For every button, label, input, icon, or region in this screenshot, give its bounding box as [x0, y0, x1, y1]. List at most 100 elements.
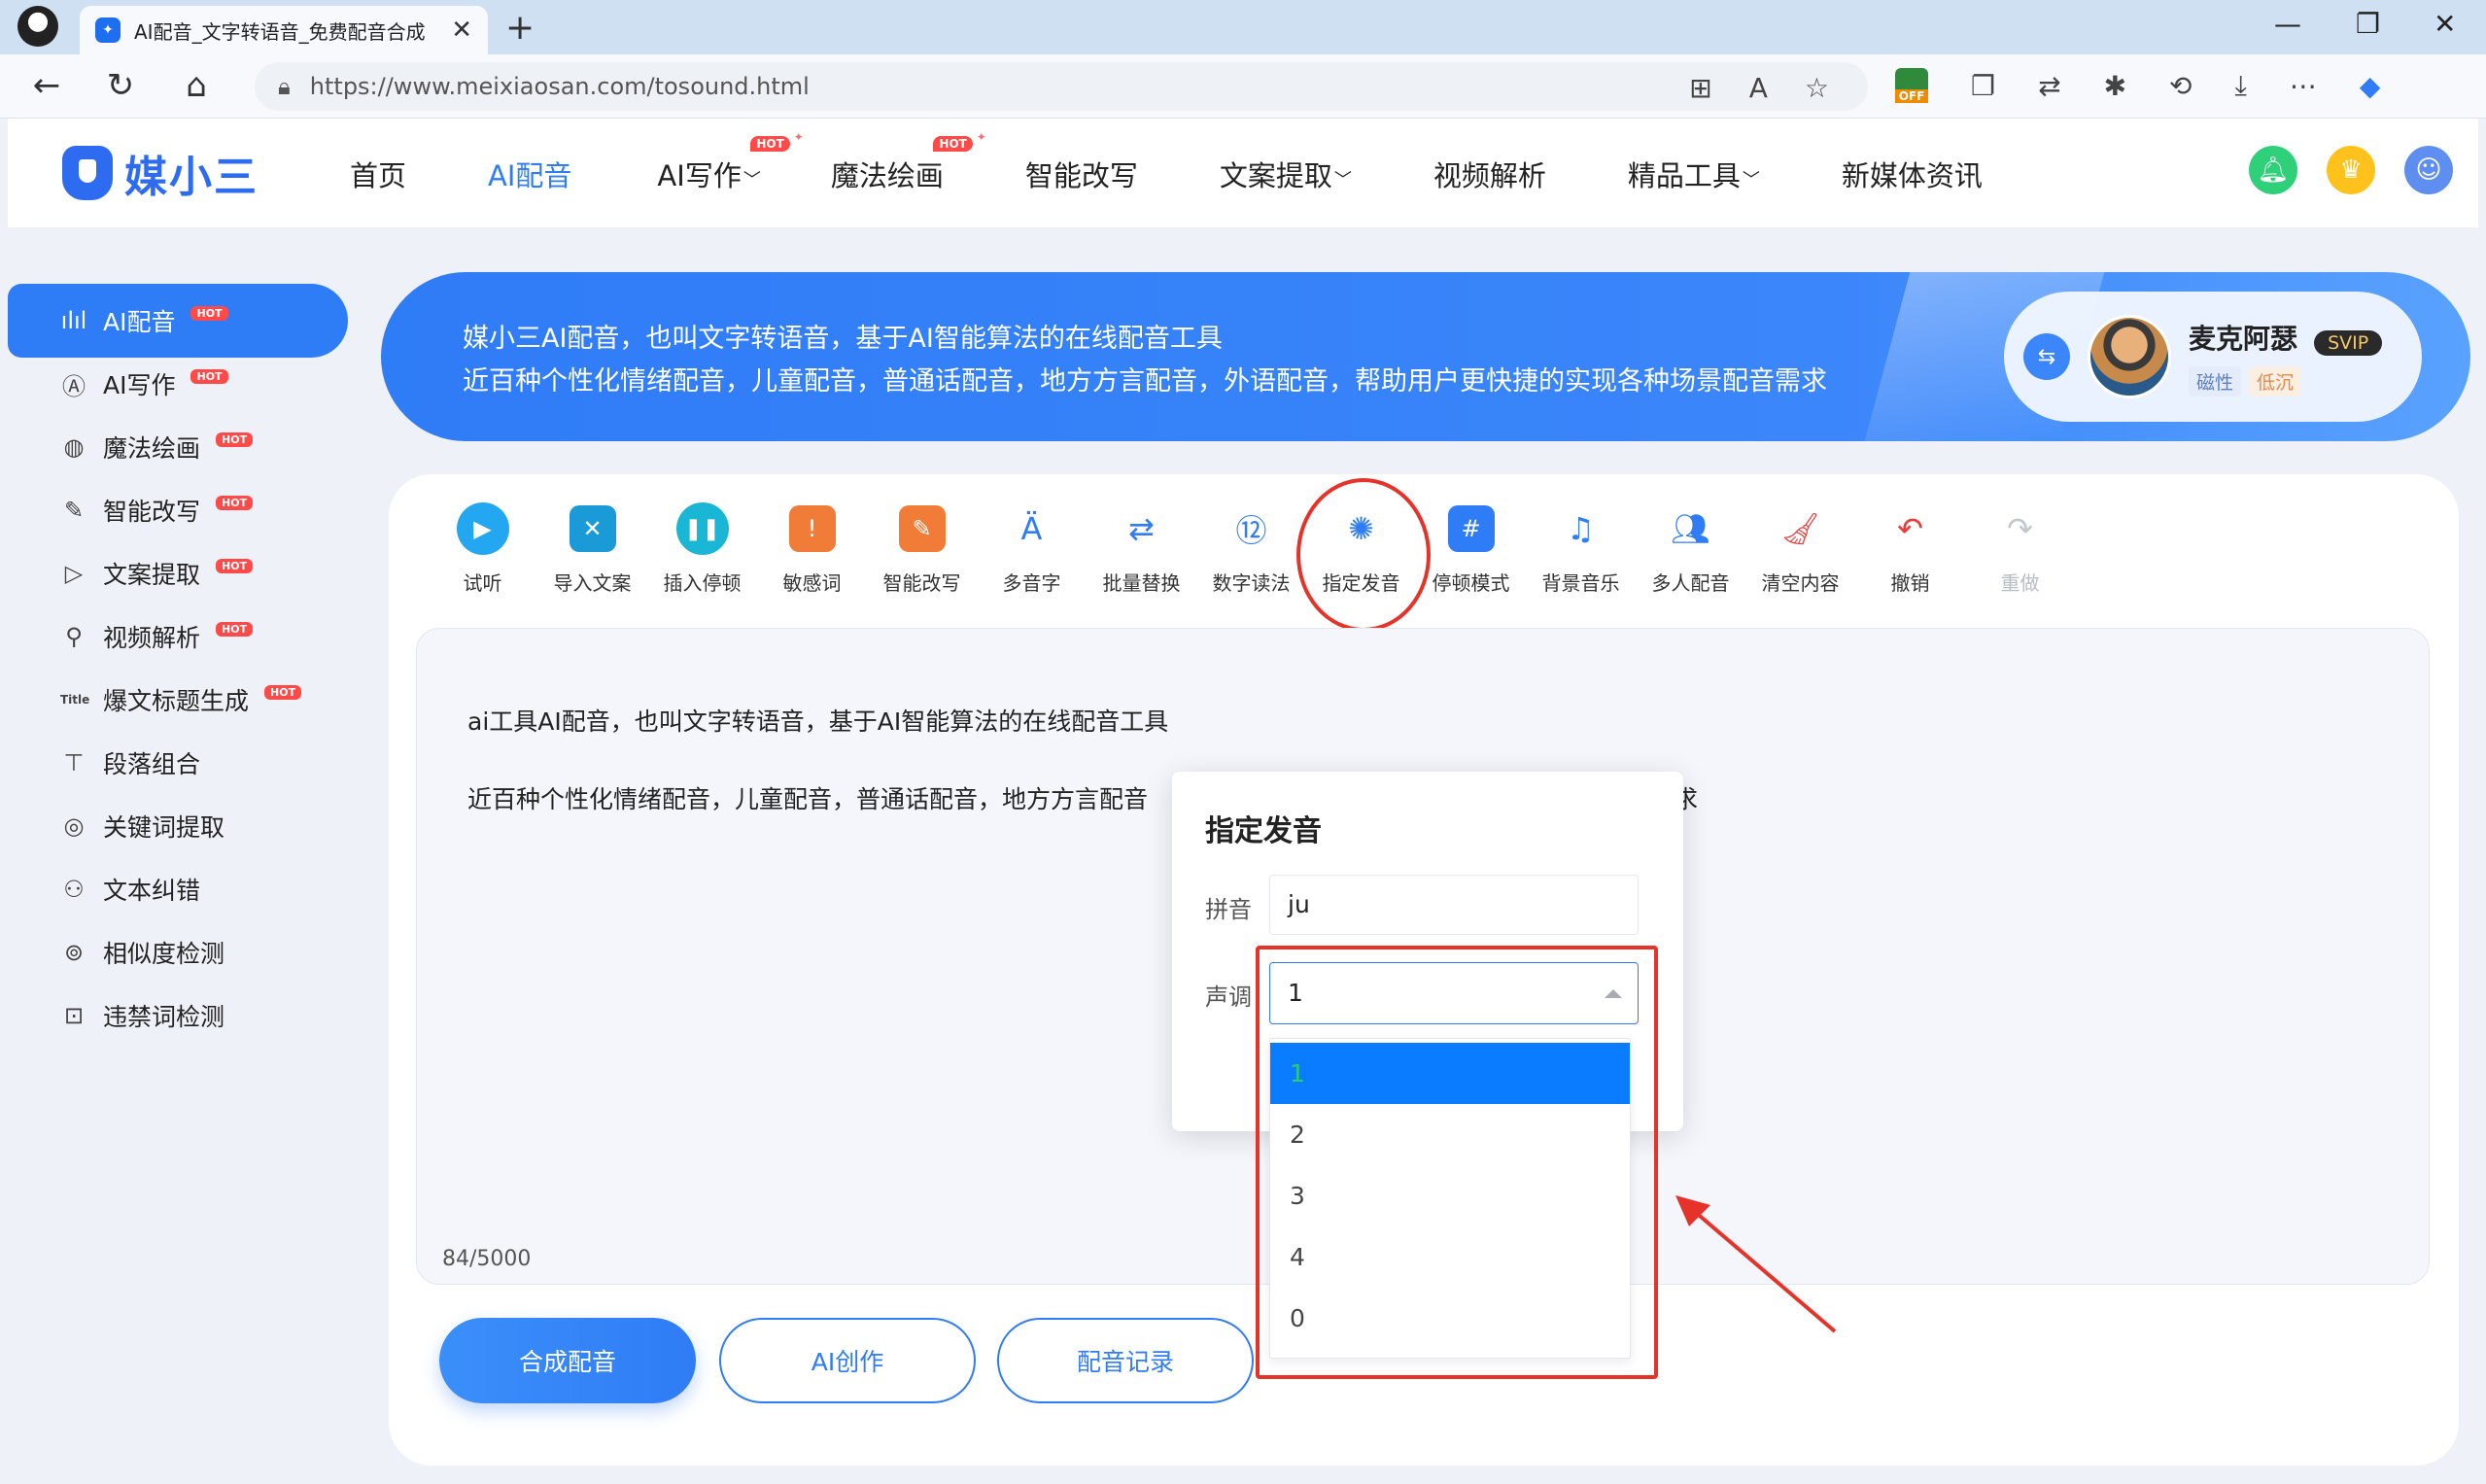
hot-badge: HOT: [750, 130, 804, 152]
nav-ai-writing[interactable]: AI写作 HOT: [657, 130, 804, 194]
notification-bell-icon[interactable]: 🔔︎: [2249, 146, 2297, 194]
vip-crown-icon[interactable]: ♛: [2327, 146, 2375, 194]
intro-banner: 媒小三AI配音，也叫文字转语音，基于AI智能算法的在线配音工具 近百种个性化情绪…: [381, 272, 2470, 441]
url-text: https://www.meixiaosan.com/tosound.html: [309, 73, 810, 100]
tool-undo[interactable]: ↶ 撤销: [1855, 501, 1965, 596]
tool-multi-voice[interactable]: 👥︎ 多人配音: [1636, 501, 1745, 596]
read-aloud-icon[interactable]: A: [1749, 72, 1768, 104]
lock-icon: 🔒︎: [278, 73, 291, 100]
voice-name: 麦克阿瑟: [2189, 322, 2298, 355]
tool-import-copy[interactable]: ✕ 导入文案: [537, 501, 647, 596]
correct-icon: ⚇: [63, 876, 85, 903]
title-icon: Title: [60, 693, 90, 707]
refresh-icon[interactable]: ↻: [99, 66, 142, 105]
browser-tab-active[interactable]: ✦ AI配音_文字转语音_免费配音合成 ✕: [80, 6, 488, 54]
site-logo[interactable]: 媒小三: [62, 142, 259, 204]
minimize-button[interactable]: —: [2274, 8, 2301, 40]
synthesize-button[interactable]: 合成配音: [439, 1318, 696, 1403]
video-text-icon: ▷: [64, 560, 84, 587]
nav-home[interactable]: 首页: [350, 154, 406, 194]
tool-redo[interactable]: ↷ 重做: [1965, 501, 2075, 596]
sidebar-item-forbidden-words[interactable]: ⊡ 违禁词检测: [8, 979, 348, 1053]
nav-premium-tools[interactable]: 精品工具: [1628, 154, 1760, 194]
hot-badge: HOT: [216, 431, 254, 447]
tone-label: 声调: [1205, 984, 1252, 1011]
number-icon: ⑫: [1235, 512, 1267, 549]
home-icon[interactable]: ⌂: [175, 66, 218, 105]
copilot-icon[interactable]: ◆: [2360, 70, 2381, 102]
char-count: 84/5000: [442, 1247, 532, 1271]
history-icon[interactable]: ⟲: [2169, 70, 2192, 102]
pinyin-input[interactable]: ju: [1269, 875, 1639, 935]
annotation-circle: [1296, 478, 1431, 632]
paragraph-icon: ⊤: [63, 749, 85, 777]
top-nav: 首页 AI配音 AI写作HOT 魔法绘画HOT 智能改写 文案提取 视频解析 精…: [350, 130, 1983, 194]
url-field[interactable]: 🔒︎ https://www.meixiaosan.com/tosound.ht…: [255, 62, 1868, 111]
nav-smart-rewrite[interactable]: 智能改写: [1025, 154, 1138, 194]
waveform-icon: ılıl: [60, 307, 87, 334]
editor-toolbar: ▶ 试听 ✕ 导入文案 ❚❚ 插入停顿 ! 敏感词 ✎ 智能改写 Ä 多音字 ⇄ 批量替换 ⑫…: [428, 501, 2075, 596]
users-icon: 👥︎: [1671, 510, 1710, 547]
tool-batch-replace[interactable]: ⇄ 批量替换: [1087, 501, 1196, 596]
new-tab-button[interactable]: +: [505, 8, 535, 48]
extension-off-icon[interactable]: OFF: [1895, 68, 1928, 103]
site-header: 媒小三 首页 AI配音 AI写作HOT 魔法绘画HOT 智能改写 文案提取 视频…: [8, 119, 2478, 227]
nav-copy-extract[interactable]: 文案提取: [1220, 154, 1352, 194]
hot-badge: HOT: [264, 684, 302, 700]
pause-icon: ❚❚: [675, 502, 729, 555]
app-grid-icon[interactable]: ⊞: [1689, 72, 1711, 104]
svip-badge: SVIP: [2314, 330, 2383, 356]
user-avatar-icon[interactable]: ☺: [2404, 146, 2453, 194]
logo-mark-icon: [62, 146, 113, 200]
ai-create-button[interactable]: AI创作: [719, 1318, 976, 1403]
back-arrow-icon[interactable]: ←: [25, 66, 68, 105]
undo-icon: ↶: [1897, 510, 1923, 547]
maximize-button[interactable]: ❐: [2356, 8, 2380, 40]
nav-ai-dubbing[interactable]: AI配音: [488, 154, 571, 194]
profile-avatar-icon[interactable]: [17, 6, 58, 47]
tool-clear-content[interactable]: 🧹︎ 清空内容: [1745, 501, 1855, 596]
current-voice-card[interactable]: ⇆ 麦克阿瑟 SVIP 磁性 低沉: [2004, 292, 2422, 422]
collections-icon[interactable]: ❐: [1971, 70, 1995, 102]
hash-icon: #: [1447, 505, 1495, 552]
dubbing-records-button[interactable]: 配音记录: [997, 1318, 1254, 1403]
tab-close-icon[interactable]: ✕: [451, 16, 472, 45]
tool-background-music[interactable]: ♫ 背景音乐: [1526, 501, 1636, 596]
polyphone-icon: Ä: [1020, 510, 1043, 547]
tool-insert-pause[interactable]: ❚❚ 插入停顿: [647, 501, 757, 596]
favorite-star-icon[interactable]: ☆: [1805, 72, 1829, 104]
tool-number-reading[interactable]: ⑫ 数字读法: [1196, 501, 1306, 596]
rewrite-icon: ✎: [898, 505, 946, 552]
tool-pause-mode[interactable]: # 停顿模式: [1416, 501, 1526, 596]
address-bar-row: ← ↻ ⌂ 🔒︎ https://www.meixiaosan.com/toso…: [0, 54, 2486, 119]
annotation-box: [1256, 946, 1658, 1379]
ai-write-icon: Ⓐ: [62, 372, 86, 400]
tool-sensitive-words[interactable]: ! 敏感词: [757, 501, 867, 596]
nav-magic-drawing[interactable]: 魔法绘画 HOT: [831, 130, 987, 194]
hot-badge: HOT: [190, 368, 228, 384]
more-menu-icon[interactable]: ⋯: [2290, 70, 2317, 102]
forbidden-icon: ⊡: [63, 1002, 85, 1029]
tool-preview[interactable]: ▶ 试听: [428, 501, 537, 596]
sidebar: ılıl AI配音 HOT Ⓐ AI写作 HOT ◍ 魔法绘画 HOT ✎ 智能…: [8, 227, 371, 1476]
translate-extension-icon[interactable]: ⇄: [2038, 70, 2060, 102]
nav-video-parse[interactable]: 视频解析: [1433, 154, 1546, 194]
nav-new-media-news[interactable]: 新媒体资讯: [1842, 154, 1983, 194]
sensitive-icon: !: [788, 505, 836, 552]
palette-icon: ◍: [63, 433, 85, 461]
tool-polyphone[interactable]: Ä 多音字: [977, 501, 1087, 596]
close-window-button[interactable]: ✕: [2434, 8, 2456, 40]
extensions-puzzle-icon[interactable]: ✱: [2104, 70, 2126, 102]
hot-badge: HOT: [216, 558, 254, 573]
logo-text: 媒小三: [124, 153, 259, 202]
voice-tag: 低沉: [2249, 365, 2302, 397]
video-parse-icon: ⚲: [65, 623, 83, 650]
play-icon: ▶: [456, 502, 509, 555]
edit-icon: ✎: [63, 497, 85, 524]
dialog-title: 指定发音: [1205, 814, 1322, 848]
download-icon[interactable]: ⤓: [2235, 69, 2247, 102]
banner-line-1: 媒小三AI配音，也叫文字转语音，基于AI智能算法的在线配音工具: [463, 324, 1223, 354]
keyword-icon: ◎: [63, 812, 85, 840]
tool-smart-rewrite[interactable]: ✎ 智能改写: [867, 501, 977, 596]
swap-voice-icon[interactable]: ⇆: [2023, 333, 2070, 380]
